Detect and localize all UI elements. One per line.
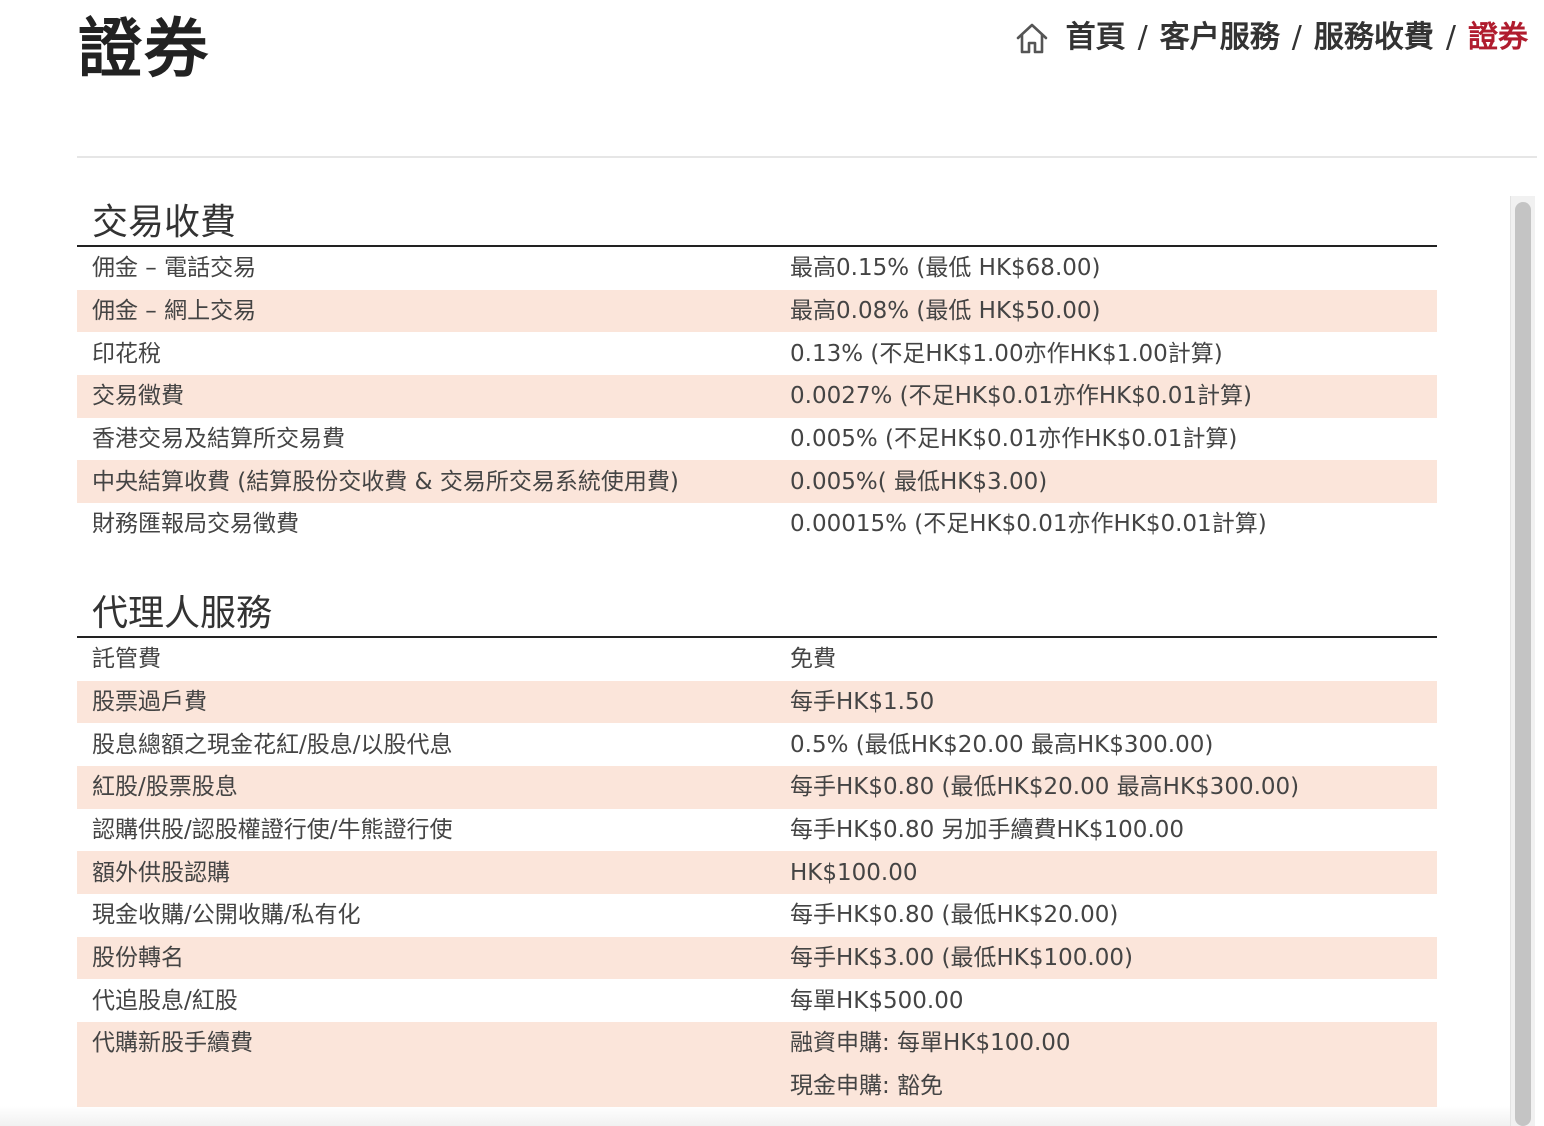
table-row: 股份轉名 每手HK$3.00 (最低HK$100.00) xyxy=(77,936,1437,980)
fee-value: 免費 xyxy=(790,646,836,673)
fee-value: 每手HK$3.00 (最低HK$100.00) xyxy=(775,936,1437,980)
breadcrumb-service-fees-link[interactable]: 服務收費 xyxy=(1314,18,1434,58)
fee-item: 額外供股認購 xyxy=(77,851,775,894)
section-title: 交易收費 xyxy=(77,195,1437,247)
breadcrumb-separator: / xyxy=(1445,20,1456,55)
breadcrumb-separator: / xyxy=(1137,20,1148,55)
bottom-edge xyxy=(0,1106,1510,1126)
table-row: 代追股息/紅股 每單HK$500.00 xyxy=(77,979,1437,1022)
fee-item: 紅股/股票股息 xyxy=(77,765,775,809)
fee-value: 0.13% (不足HK$1.00亦作HK$1.00計算) xyxy=(790,340,1223,367)
breadcrumb: 首頁 / 客户服務 / 服務收費 / 證券 xyxy=(1014,18,1528,58)
fee-value: 每手HK$0.80 (最低HK$20.00) xyxy=(790,902,1119,929)
breadcrumb-current: 證券 xyxy=(1468,20,1528,55)
fee-value: 0.00015% (不足HK$0.01亦作HK$0.01計算) xyxy=(790,511,1267,538)
fee-value-line: 現金申購: 豁免 xyxy=(790,1072,944,1099)
page: 證券 首頁 / 客户服務 / 服務收費 / 證券 交易收費 佣金 – 電話交易 … xyxy=(0,0,1544,1126)
fee-value: 0.0027% (不足HK$0.01亦作HK$0.01計算) xyxy=(775,375,1437,418)
breadcrumb-home-link[interactable]: 首頁 xyxy=(1066,18,1126,58)
breadcrumb-separator: / xyxy=(1291,20,1302,55)
table-row: 財務匯報局交易徵費 0.00015% (不足HK$0.01亦作HK$0.01計算… xyxy=(77,503,1437,546)
table-row: 認購供股/認股權證行使/牛熊證行使 每手HK$0.80 另加手續費HK$100.… xyxy=(77,809,1437,852)
fee-value: 0.005%( 最低HK$3.00) xyxy=(775,460,1437,504)
table-row: 代購新股手續費 融資申購: 每單HK$100.00 現金申購: 豁免 xyxy=(77,1022,1437,1108)
home-icon[interactable] xyxy=(1014,20,1050,56)
fee-value-line: 融資申購: 每單HK$100.00 xyxy=(790,1030,1071,1056)
fee-value: 每手HK$0.80 另加手續費HK$100.00 xyxy=(790,816,1185,843)
table-row: 中央結算收費 (結算股份交收費 & 交易所交易系統使用費) 0.005%( 最低… xyxy=(77,460,1437,504)
page-title: 證券 xyxy=(78,13,210,87)
fee-item: 現金收購/公開收購/私有化 xyxy=(92,902,361,929)
fee-item: 股份轉名 xyxy=(77,936,775,980)
fee-item: 印花稅 xyxy=(92,340,161,367)
section-trading-fees: 交易收費 佣金 – 電話交易 最高0.15% (最低 HK$68.00) 佣金 … xyxy=(77,195,1437,546)
header-divider xyxy=(77,156,1537,158)
fee-value: 每手HK$0.80 (最低HK$20.00 最高HK$300.00) xyxy=(775,765,1437,809)
fee-value: 最高0.15% (最低 HK$68.00) xyxy=(790,255,1101,282)
fee-item: 認購供股/認股權證行使/牛熊證行使 xyxy=(92,816,453,843)
table-row: 紅股/股票股息 每手HK$0.80 (最低HK$20.00 最高HK$300.0… xyxy=(77,765,1437,809)
breadcrumb-customer-service-link[interactable]: 客户服務 xyxy=(1160,18,1280,58)
trading-fee-table: 佣金 – 電話交易 最高0.15% (最低 HK$68.00) 佣金 – 網上交… xyxy=(77,247,1437,546)
table-row: 股票過戶費 每手HK$1.50 xyxy=(77,680,1437,724)
section-title: 代理人服務 xyxy=(77,586,1437,638)
fee-value: 最高0.08% (最低 HK$50.00) xyxy=(775,289,1437,333)
fee-item: 佣金 – 網上交易 xyxy=(77,289,775,333)
fee-item: 香港交易及結算所交易費 xyxy=(92,426,345,453)
fee-item: 交易徵費 xyxy=(77,375,775,418)
table-row: 交易徵費 0.0027% (不足HK$0.01亦作HK$0.01計算) xyxy=(77,375,1437,418)
fee-item: 股息總額之現金花紅/股息/以股代息 xyxy=(92,731,453,758)
fee-value: 0.005% (不足HK$0.01亦作HK$0.01計算) xyxy=(790,426,1238,453)
fee-item: 財務匯報局交易徵費 xyxy=(92,511,299,538)
table-row: 託管費 免費 xyxy=(77,638,1437,681)
section-nominee-services: 代理人服務 託管費 免費 股票過戶費 每手HK$1.50 股息總額之現金花紅/股… xyxy=(77,586,1437,1108)
fee-value: HK$100.00 xyxy=(775,851,1437,894)
fee-item: 代購新股手續費 xyxy=(77,1022,775,1108)
table-row: 股息總額之現金花紅/股息/以股代息 0.5% (最低HK$20.00 最高HK$… xyxy=(77,723,1437,766)
fee-item: 中央結算收費 (結算股份交收費 & 交易所交易系統使用費) xyxy=(77,460,775,504)
table-row: 佣金 – 電話交易 最高0.15% (最低 HK$68.00) xyxy=(77,247,1437,290)
fee-item: 股票過戶費 xyxy=(77,680,775,724)
fee-item: 託管費 xyxy=(92,646,161,673)
fee-item: 佣金 – 電話交易 xyxy=(92,255,257,282)
table-row: 額外供股認購 HK$100.00 xyxy=(77,851,1437,894)
fee-value: 0.5% (最低HK$20.00 最高HK$300.00) xyxy=(790,731,1214,758)
scrollbar-thumb[interactable] xyxy=(1515,202,1531,1126)
table-row: 香港交易及結算所交易費 0.005% (不足HK$0.01亦作HK$0.01計算… xyxy=(77,418,1437,461)
nominee-fee-table: 託管費 免費 股票過戶費 每手HK$1.50 股息總額之現金花紅/股息/以股代息… xyxy=(77,638,1437,1108)
fee-content: 交易收費 佣金 – 電話交易 最高0.15% (最低 HK$68.00) 佣金 … xyxy=(77,195,1437,1108)
fee-value: 每單HK$500.00 xyxy=(790,987,964,1014)
fee-value: 每手HK$1.50 xyxy=(775,680,1437,724)
fee-item: 代追股息/紅股 xyxy=(92,987,238,1014)
table-row: 現金收購/公開收購/私有化 每手HK$0.80 (最低HK$20.00) xyxy=(77,894,1437,937)
table-row: 印花稅 0.13% (不足HK$1.00亦作HK$1.00計算) xyxy=(77,332,1437,375)
table-row: 佣金 – 網上交易 最高0.08% (最低 HK$50.00) xyxy=(77,289,1437,333)
fee-value: 融資申購: 每單HK$100.00 現金申購: 豁免 xyxy=(775,1022,1437,1108)
